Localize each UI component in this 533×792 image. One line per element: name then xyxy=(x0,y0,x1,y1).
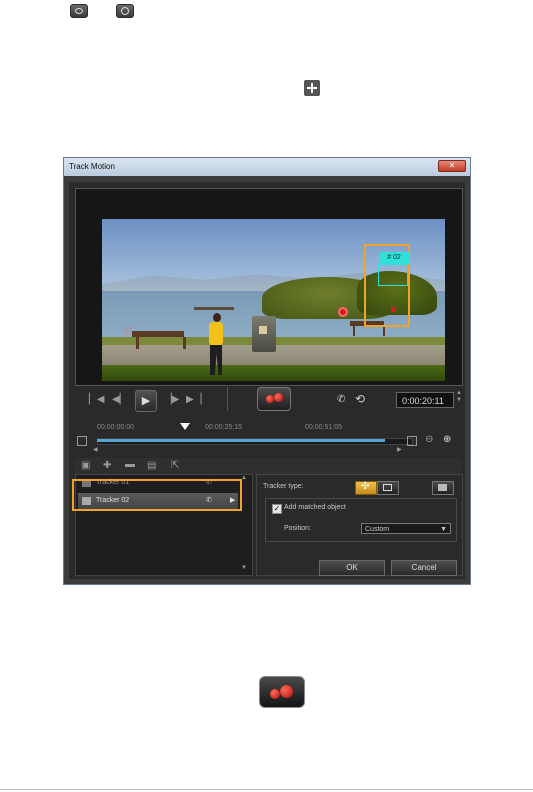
video-preview[interactable]: # 02 xyxy=(102,219,445,381)
scroll-left-icon[interactable]: ◀ xyxy=(93,446,98,453)
timecode-value: 0:00:20:11 xyxy=(402,396,444,406)
tracker-target-icon[interactable] xyxy=(124,327,132,335)
scene-person-head xyxy=(213,313,221,322)
remove-tracker-icon[interactable]: ▬ xyxy=(125,459,135,470)
go-to-end-icon[interactable]: ▶▕ xyxy=(186,394,201,405)
track-motion-icon-dot xyxy=(274,393,283,402)
scene-bench-right-legs xyxy=(353,326,385,336)
scene-grass xyxy=(102,365,445,381)
track-motion-button[interactable] xyxy=(257,387,291,411)
timeline: 00:00:00:00 00:00:25:15 00:00:51:05 ⊖ ⊕ … xyxy=(75,418,461,458)
play-button[interactable]: ▶ xyxy=(135,390,157,412)
cancel-label: Cancel xyxy=(411,563,437,572)
area-icon xyxy=(383,484,392,491)
phone-icon[interactable]: ✆ xyxy=(337,394,345,405)
tracker-point-icon[interactable] xyxy=(391,307,396,312)
tracker-toolbar: ▣ ✚ ▬ ▤ ⇱ xyxy=(75,458,461,474)
timecode-field[interactable]: 0:00:20:11 xyxy=(396,392,454,408)
move-icon: ✣ xyxy=(361,481,370,492)
add-matched-object-label: Add matched object xyxy=(284,504,346,511)
cancel-button[interactable]: Cancel xyxy=(391,560,457,576)
position-select[interactable]: Custom ▼ xyxy=(361,523,451,534)
go-to-start-icon[interactable]: ▏◀ xyxy=(89,394,104,405)
matched-object-group: ✓ Add matched object Position: Custom ▼ xyxy=(265,498,457,542)
timecode-spinner-icon[interactable]: ▲ ▼ xyxy=(456,390,462,404)
position-label: Position: xyxy=(284,525,311,532)
ok-label: OK xyxy=(346,563,358,572)
track-motion-icon-dot xyxy=(280,685,293,698)
tracker-tag: # 02 xyxy=(379,252,409,264)
tracker-export-icon[interactable]: ⇱ xyxy=(171,460,179,471)
page-divider xyxy=(0,789,533,790)
dialog-title: Track Motion xyxy=(69,162,115,171)
close-button[interactable]: ✕ xyxy=(438,160,466,172)
dialog-body: # 02 ▏◀ ◀▏ ▶ ▕▶ ▶▕ ✆ ⟲ 0:00:20:11 ▲ ▼ 00:… xyxy=(69,182,465,579)
step-forward-icon[interactable]: ▕▶ xyxy=(164,394,179,405)
history-icon[interactable]: ⟲ xyxy=(355,392,365,406)
tracker-type-label: Tracker type: xyxy=(263,483,304,490)
eye-icon xyxy=(70,4,88,18)
zoom-in-icon[interactable]: ⊕ xyxy=(443,434,451,445)
timeline-tick: 00:00:00:00 xyxy=(97,424,134,431)
add-matched-object-checkbox[interactable]: ✓ xyxy=(272,504,282,514)
tracker-type-area-button[interactable] xyxy=(377,481,399,495)
timeline-tick: 00:00:25:15 xyxy=(205,424,242,431)
mask-icon xyxy=(116,4,134,18)
playhead[interactable] xyxy=(180,423,190,430)
scene-trash-bin xyxy=(252,316,276,352)
mosaic-icon xyxy=(438,484,447,491)
scroll-down-icon[interactable]: ▼ xyxy=(241,565,247,571)
mark-in-icon[interactable] xyxy=(77,436,87,446)
tracking-area-highlight: # 02 xyxy=(364,244,410,327)
scroll-right-icon[interactable]: ▶ xyxy=(397,446,402,453)
scene-bin-sign xyxy=(259,326,267,334)
tracker-region[interactable] xyxy=(378,264,408,286)
chevron-down-icon: ▼ xyxy=(440,526,447,533)
track-motion-button-large[interactable] xyxy=(259,676,305,708)
separator xyxy=(227,387,228,411)
position-value: Custom xyxy=(365,526,390,533)
track-motion-icon xyxy=(266,395,274,403)
tracker-target-icon[interactable] xyxy=(338,307,348,317)
dialog-titlebar: Track Motion ✕ xyxy=(64,158,470,176)
timeline-tick: 00:00:51:05 xyxy=(305,424,342,431)
scene-bench-left-legs xyxy=(136,337,186,349)
tracker-selection-highlight xyxy=(72,479,242,511)
add-tracker-icon[interactable]: ✚ xyxy=(103,460,111,471)
tracker-settings-icon[interactable]: ▤ xyxy=(147,460,156,471)
track-motion-icon xyxy=(270,689,280,699)
scene-pier xyxy=(194,307,234,310)
zoom-out-icon[interactable]: ⊖ xyxy=(425,434,433,445)
tracker-type-point-button[interactable]: ✣ xyxy=(355,481,377,495)
plus-icon xyxy=(304,80,320,96)
close-icon: ✕ xyxy=(448,161,456,170)
track-motion-dialog: Track Motion ✕ # 02 ▏◀ ◀▏ ▶ ▕▶ ▶▕ ✆ ⟲ 0:… xyxy=(63,157,471,585)
timeline-ruler: 00:00:00:00 00:00:25:15 00:00:51:05 xyxy=(97,424,417,438)
mosaic-button[interactable] xyxy=(432,481,454,495)
timeline-progress xyxy=(97,439,385,442)
step-back-icon[interactable]: ◀▏ xyxy=(112,394,127,405)
ok-button[interactable]: OK xyxy=(319,560,385,576)
mark-out-icon[interactable] xyxy=(407,436,417,446)
tracker-frame-icon[interactable]: ▣ xyxy=(81,460,90,471)
scene-person-body xyxy=(209,322,223,346)
